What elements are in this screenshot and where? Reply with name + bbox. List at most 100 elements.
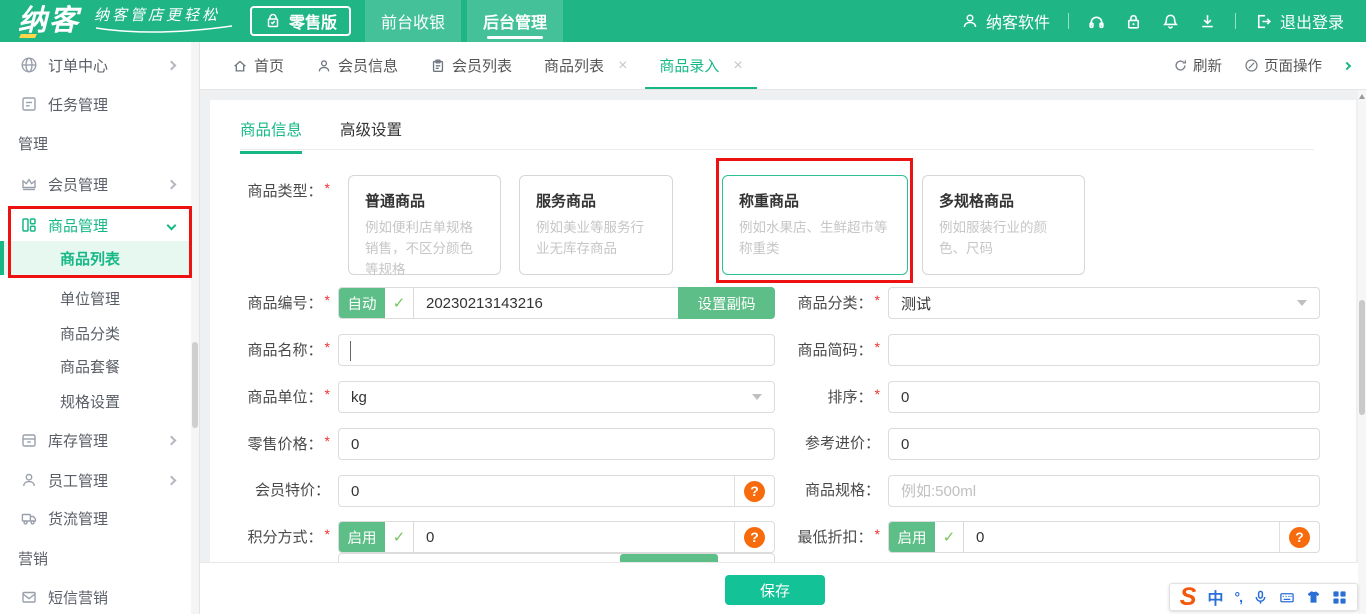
toolbox-grid-icon[interactable] bbox=[1332, 590, 1347, 605]
help-cell: ? bbox=[1279, 522, 1319, 552]
headset-icon[interactable] bbox=[1087, 12, 1106, 31]
auto-check-icon[interactable]: ✓ bbox=[385, 288, 414, 318]
help-icon[interactable]: ? bbox=[744, 527, 765, 548]
member-price-input[interactable] bbox=[339, 476, 734, 506]
min-discount-input[interactable] bbox=[964, 522, 1279, 552]
product-type-service[interactable]: 服务商品 例如美业等服务行业无库存商品 bbox=[519, 175, 673, 275]
ime-language-mode[interactable]: 中 bbox=[1207, 585, 1223, 609]
sidebar-section-marketing[interactable]: 营销 bbox=[0, 541, 191, 575]
skin-shirt-icon[interactable] bbox=[1306, 590, 1321, 605]
enable-toggle-button[interactable]: 启用 bbox=[889, 522, 935, 552]
nav-tab-backend-manage[interactable]: 后台管理 bbox=[467, 0, 563, 42]
help-icon[interactable]: ? bbox=[1289, 527, 1310, 548]
sogou-logo-icon[interactable]: S bbox=[1180, 584, 1197, 610]
scroll-up-arrow-icon[interactable] bbox=[1359, 94, 1365, 99]
home-icon bbox=[232, 58, 248, 74]
tabbar-actions: 刷新 页面操作 bbox=[1173, 55, 1366, 76]
main-scrollbar[interactable] bbox=[1358, 90, 1366, 614]
sidebar-item-staff-manage[interactable]: 员工管理 bbox=[0, 463, 191, 497]
sidebar-scrollbar-thumb[interactable] bbox=[192, 342, 198, 428]
close-icon[interactable]: × bbox=[733, 57, 742, 75]
sidebar-item-goods-manage[interactable]: 商品管理 bbox=[0, 208, 191, 242]
purchase-price-input[interactable] bbox=[889, 429, 1319, 459]
sidebar-item-logistics-manage[interactable]: 货流管理 bbox=[0, 501, 191, 535]
shortcode-input[interactable] bbox=[889, 335, 1319, 365]
tabs-divider bbox=[240, 149, 1314, 150]
sidebar-scrollbar[interactable] bbox=[191, 42, 199, 614]
unit-label: 商品单位：* bbox=[210, 381, 330, 414]
page-operations-button[interactable]: 页面操作 bbox=[1244, 55, 1322, 76]
enable-check-icon[interactable]: ✓ bbox=[935, 522, 964, 552]
save-button[interactable]: 保存 bbox=[725, 575, 825, 605]
sort-field bbox=[888, 381, 1320, 413]
sidebar-item-unit-manage[interactable]: 单位管理 bbox=[0, 281, 191, 315]
bell-icon[interactable] bbox=[1161, 12, 1180, 31]
clipboard-icon bbox=[430, 58, 446, 74]
logout-button[interactable]: 退出登录 bbox=[1254, 9, 1344, 33]
tab-member-info[interactable]: 会员信息 bbox=[316, 42, 398, 89]
set-subcode-button[interactable]: 设置副码 bbox=[678, 287, 775, 319]
purchase-price-field bbox=[888, 428, 1320, 460]
tab-goods-list[interactable]: 商品列表 × bbox=[544, 42, 627, 89]
enable-toggle-button[interactable]: 启用 bbox=[339, 522, 385, 552]
spec-input[interactable] bbox=[889, 476, 1319, 506]
help-icon[interactable]: ? bbox=[744, 481, 765, 502]
retail-price-label: 零售价格：* bbox=[210, 428, 330, 461]
nav-tab-front-cashier[interactable]: 前台收银 bbox=[365, 0, 461, 42]
sidebar-item-goods-combo[interactable]: 商品套餐 bbox=[0, 349, 191, 383]
ime-punctuation-icon[interactable]: °, bbox=[1235, 589, 1243, 605]
sort-input[interactable] bbox=[889, 382, 1319, 412]
expand-chevron-icon[interactable] bbox=[1343, 61, 1351, 69]
sidebar-item-order-center[interactable]: 订单中心 bbox=[0, 48, 191, 82]
person-icon bbox=[20, 471, 38, 489]
header-actions: 纳客软件 退出登录 bbox=[961, 9, 1366, 33]
refresh-icon bbox=[1173, 58, 1188, 73]
product-type-normal[interactable]: 普通商品 例如便利店单规格销售，不区分颜色等规格 bbox=[348, 175, 501, 275]
sidebar-item-task-manage[interactable]: 任务管理 bbox=[0, 87, 191, 121]
sidebar-item-sms-marketing[interactable]: 短信营销 bbox=[0, 580, 191, 614]
microphone-icon[interactable] bbox=[1253, 590, 1268, 605]
page-tabs: 首页 会员信息 会员列表 商品列表 × 商品录入 × bbox=[232, 42, 743, 89]
product-type-weighed[interactable]: 称重商品 例如水果店、生鲜超市等称重类 bbox=[722, 175, 908, 275]
sidebar-item-member-manage[interactable]: 会员管理 bbox=[0, 167, 191, 201]
points-mode-label: 积分方式：* bbox=[210, 521, 330, 554]
tab-member-list[interactable]: 会员列表 bbox=[430, 42, 512, 89]
goods-icon bbox=[20, 216, 38, 234]
sidebar: 订单中心 任务管理 管理 会员管理 商品管理 商品列表 单位管理 商品分类 商品… bbox=[0, 42, 200, 614]
account-menu[interactable]: 纳客软件 bbox=[961, 9, 1050, 33]
close-icon[interactable]: × bbox=[618, 57, 627, 75]
edition-button[interactable]: 零售版 bbox=[250, 6, 351, 36]
sidebar-section-manage[interactable]: 管理 bbox=[0, 126, 191, 160]
sidebar-item-inventory-manage[interactable]: 库存管理 bbox=[0, 423, 191, 457]
category-select[interactable]: 测试 bbox=[888, 287, 1320, 319]
sidebar-item-goods-list[interactable]: 商品列表 bbox=[0, 241, 191, 275]
dropdown-caret-icon bbox=[752, 394, 762, 400]
truck-icon bbox=[20, 509, 38, 527]
enable-check-icon[interactable]: ✓ bbox=[385, 522, 414, 552]
download-icon[interactable] bbox=[1198, 12, 1217, 31]
points-mode-input[interactable] bbox=[414, 522, 734, 552]
tab-goods-entry[interactable]: 商品录入 × bbox=[659, 42, 742, 89]
tab-home[interactable]: 首页 bbox=[232, 42, 284, 89]
name-input[interactable] bbox=[339, 335, 774, 365]
sidebar-item-goods-category[interactable]: 商品分类 bbox=[0, 316, 191, 350]
sidebar-item-spec-setting[interactable]: 规格设置 bbox=[0, 384, 191, 418]
page-operations-icon bbox=[1244, 58, 1259, 73]
main-scrollbar-thumb[interactable] bbox=[1359, 300, 1365, 415]
brand-logo: 纳客 bbox=[18, 0, 80, 42]
retail-price-input[interactable] bbox=[339, 429, 774, 459]
spec-label: 商品规格： bbox=[783, 475, 880, 507]
retail-price-field bbox=[338, 428, 775, 460]
member-price-field: ? bbox=[338, 475, 775, 507]
refresh-button[interactable]: 刷新 bbox=[1173, 55, 1222, 76]
crown-icon bbox=[20, 175, 38, 193]
help-cell: ? bbox=[734, 522, 774, 552]
product-type-multispec[interactable]: 多规格商品 例如服装行业的颜色、尺码 bbox=[922, 175, 1085, 275]
keyboard-icon[interactable] bbox=[1279, 590, 1295, 605]
unit-select[interactable]: kg bbox=[338, 381, 775, 413]
auto-toggle-button[interactable]: 自动 bbox=[339, 288, 385, 318]
active-tab-underline bbox=[487, 36, 543, 39]
globe-icon bbox=[20, 56, 38, 74]
lock-icon[interactable] bbox=[1124, 12, 1143, 31]
ime-toolbar: S 中 °, bbox=[1169, 583, 1358, 611]
